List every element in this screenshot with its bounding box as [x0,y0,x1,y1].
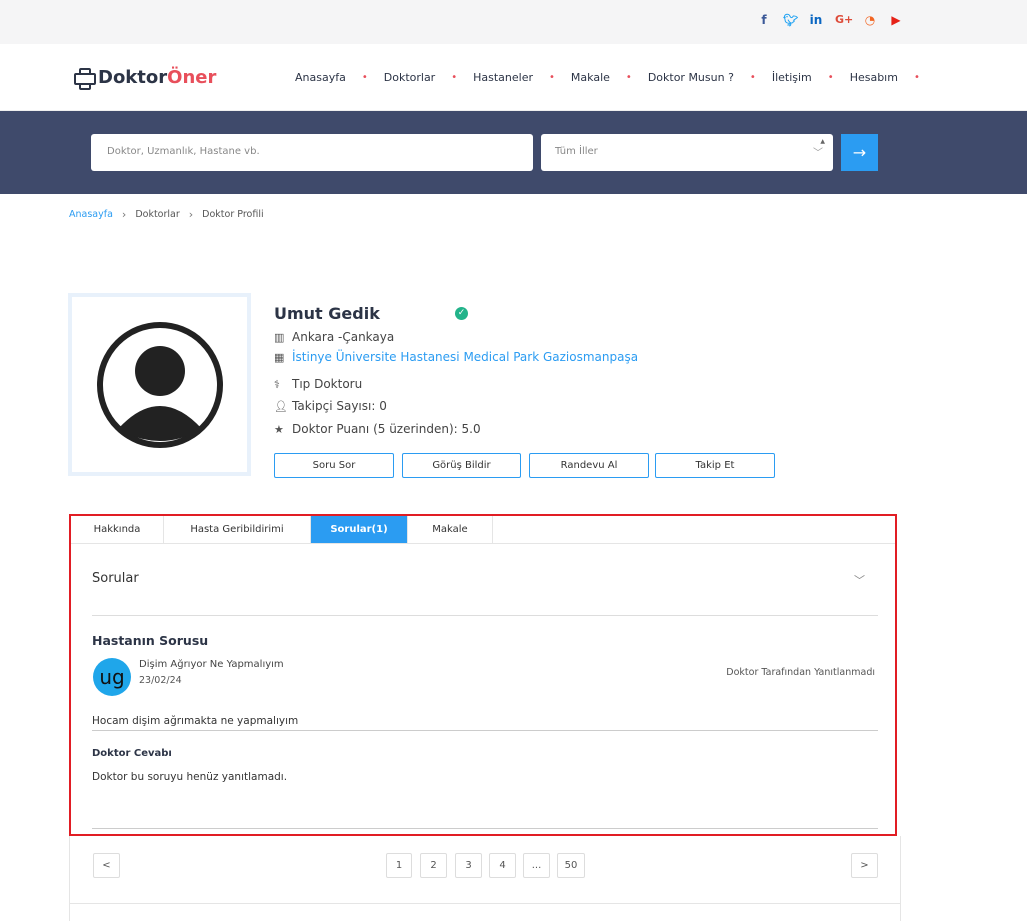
pagination-page[interactable]: 2 [420,853,447,878]
nav-item-makale[interactable]: Makale [571,71,610,84]
book-appointment-button[interactable]: Randevu Al [529,453,649,478]
pagination-page[interactable]: 4 [489,853,516,878]
pagination-page[interactable]: 3 [455,853,482,878]
profile-photo [68,293,251,476]
user-plus-icon: 👤︎ [274,399,288,413]
logo-text-part2: Öner [167,66,217,88]
google-plus-icon[interactable]: G+ [835,12,853,28]
nav-separator: • [913,72,920,83]
nav-item-doktorlar[interactable]: Doktorlar [384,71,435,84]
divider [92,615,878,616]
breadcrumb-doctors[interactable]: Doktorlar [135,209,179,220]
logo-text-part1: Doktor [98,66,168,88]
doctor-name: Umut Gedik [274,304,380,323]
search-submit-button[interactable]: → [841,134,878,171]
user-avatar-icon [97,322,223,448]
twitter-icon[interactable]: 🐦︎ [783,12,798,28]
answer-body: Doktor bu soruyu henüz yanıtlamadı. [92,771,288,783]
tab-patient-feedback[interactable]: Hasta Geribildirimi [164,516,311,543]
medical-cross-icon [72,66,96,90]
question-subject: Dişim Ağrıyor Ne Yapmalıyım [139,659,284,670]
chevron-down-icon[interactable]: ﹀ [854,572,865,588]
doctor-followers-text: Takipçi Sayısı: 0 [292,399,387,413]
ask-question-button[interactable]: Soru Sor [274,453,394,478]
facebook-icon[interactable]: f [757,12,771,28]
chevron-right-icon: › [188,208,194,221]
profile-tabs-panel: Hakkında Hasta Geribildirimi Sorular(1) … [69,514,897,836]
pagination-prev-button[interactable]: < [93,853,120,878]
question-heading: Hastanın Sorusu [92,633,209,648]
doctor-hospital-link[interactable]: İstinye Üniversite Hastanesi Medical Par… [292,350,638,364]
breadcrumb-current: Doktor Profili [202,209,264,220]
doctor-rating-text: Doktor Puanı (5 üzerinden): 5.0 [292,422,481,436]
nav-separator: • [451,72,458,83]
site-logo[interactable]: Doktor Öner [72,66,217,90]
doctor-icon: ⚕ [274,377,280,391]
doctor-rating: ★ Doktor Puanı (5 üzerinden): 5.0 [274,422,481,436]
hospital-icon: ▦ [274,350,285,364]
question-body: Hocam dişim ağrımakta ne yapmalıyım [92,715,299,727]
city-select[interactable]: Tüm İller ▲ ﹀ [541,134,833,171]
nav-item-hesabim[interactable]: Hesabım [850,71,898,84]
pagination-page[interactable]: 50 [557,853,585,878]
answer-heading: Doktor Cevabı [92,748,172,759]
chevron-right-icon: › [121,208,127,221]
divider [92,730,878,731]
chevron-down-icon: ﹀ [813,148,823,159]
nav-item-anasayfa[interactable]: Anasayfa [295,71,346,84]
tab-articles[interactable]: Makale [408,516,493,543]
breadcrumb-home[interactable]: Anasayfa [69,209,113,220]
nav-separator: • [625,72,632,83]
question-status: Doktor Tarafından Yanıtlanmadı [726,667,875,678]
nav-separator: • [749,72,756,83]
arrow-right-icon: → [852,143,867,162]
nav-separator: • [827,72,834,83]
doctor-followers: 👤︎ Takipçi Sayısı: 0 [274,399,387,413]
top-social-bar: f 🐦︎ in G+ ◔ ▶ [0,0,1027,44]
pagination-next-button[interactable]: > [851,853,878,878]
questions-section-title[interactable]: Sorular [92,571,139,586]
pagination-page[interactable]: 1 [386,853,412,878]
avatar: ug [93,658,131,696]
youtube-icon[interactable]: ▶ [889,12,903,28]
star-icon: ★ [274,422,284,436]
doctor-hospital[interactable]: ▦ İstinye Üniversite Hastanesi Medical P… [274,350,638,364]
give-feedback-button[interactable]: Görüş Bildir [402,453,521,478]
rss-icon[interactable]: ◔ [863,12,877,28]
doctor-location: ▥ Ankara -Çankaya [274,330,394,344]
nav-item-iletisim[interactable]: İletişim [772,71,812,84]
city-select-value: Tüm İller [555,146,598,157]
pagination-area: < 1 2 3 4 ... 50 > [69,836,901,921]
nav-item-hastaneler[interactable]: Hastaneler [473,71,533,84]
pagination-ellipsis: ... [523,853,550,878]
follow-button[interactable]: Takip Et [655,453,775,478]
main-nav: Anasayfa • Doktorlar • Hastaneler • Makale •… [295,71,936,84]
tab-about[interactable]: Hakkında [71,516,164,543]
building-icon: ▥ [274,330,285,344]
tab-questions[interactable]: Sorular(1) [311,516,408,543]
nav-separator: • [549,72,555,83]
linkedin-icon[interactable]: in [809,12,823,28]
search-input[interactable]: Doktor, Uzmanlık, Hastane vb. [91,134,533,171]
site-header: Doktor Öner Anasayfa • Doktorlar • Hastanel… [0,44,1027,111]
divider [70,903,900,904]
doctor-specialty: ⚕ Tıp Doktoru [274,377,362,391]
tab-bar: Hakkında Hasta Geribildirimi Sorular(1) … [71,516,895,544]
doctor-location-text: Ankara -Çankaya [292,330,395,344]
social-links: f 🐦︎ in G+ ◔ ▶ [757,12,903,28]
search-band: Doktor, Uzmanlık, Hastane vb. Tüm İller … [0,111,1027,194]
doctor-specialty-text: Tıp Doktoru [292,377,363,391]
question-date: 23/02/24 [139,675,182,686]
nav-separator: • [361,72,368,83]
nav-item-doktor-musun[interactable]: Doktor Musun ? [648,71,734,84]
breadcrumb: Anasayfa › Doktorlar › Doktor Profili [69,208,264,221]
verified-check-icon: ✓ [455,307,468,320]
divider [92,828,878,829]
